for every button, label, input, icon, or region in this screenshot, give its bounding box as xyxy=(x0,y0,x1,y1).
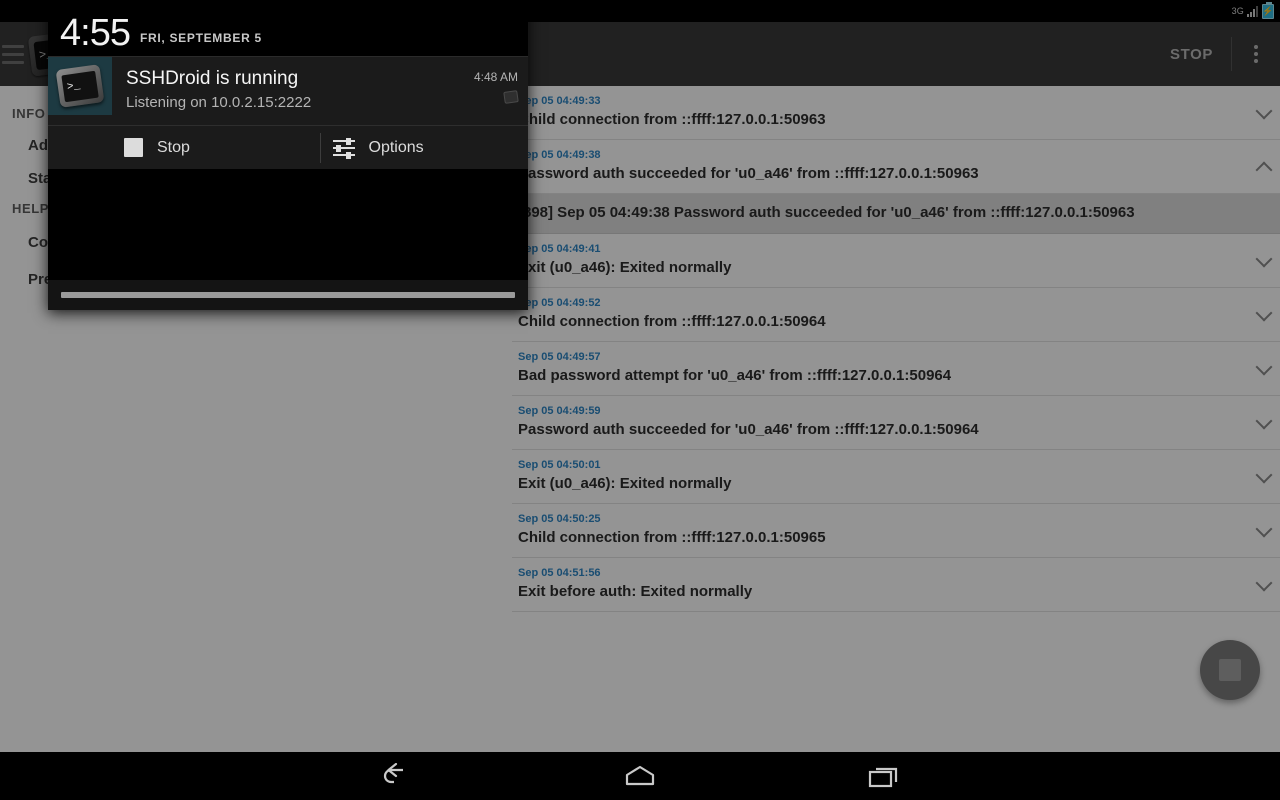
shade-drag-handle[interactable] xyxy=(61,292,515,298)
navigation-bar xyxy=(0,752,1280,800)
notification-action-stop[interactable]: Stop xyxy=(48,126,320,170)
notification-main[interactable]: >_ SSHDroid is running Listening on 10.0… xyxy=(48,57,528,125)
clock-time: 4:55 xyxy=(60,12,131,54)
android-screen: 3G ⚡ >_ STOP INFO Addr Stat HELP Connect… xyxy=(0,0,1280,800)
terminal-small-icon xyxy=(503,90,519,104)
notification-subtitle: Listening on 10.0.2.15:2222 xyxy=(126,94,312,111)
notification-text: SSHDroid is running Listening on 10.0.2.… xyxy=(112,67,446,113)
notification-time: 4:48 AM xyxy=(473,70,518,84)
home-icon[interactable] xyxy=(608,752,672,800)
back-icon[interactable] xyxy=(364,752,428,800)
notification-icon-cell: >_ xyxy=(48,57,112,115)
recents-icon[interactable] xyxy=(852,752,916,800)
sliders-icon xyxy=(332,137,355,159)
shade-clock: 4:55 FRI, SEPTEMBER 5 xyxy=(48,0,528,56)
notification-shade[interactable]: 4:55 FRI, SEPTEMBER 5 >_ SSHDroid is run… xyxy=(48,0,528,310)
notification-title: SSHDroid is running xyxy=(126,68,299,89)
notification-action-options-label: Options xyxy=(368,138,424,156)
clock-date: FRI, SEPTEMBER 5 xyxy=(139,31,262,45)
notification-action-stop-label: Stop xyxy=(157,138,190,156)
notification-card[interactable]: >_ SSHDroid is running Listening on 10.0… xyxy=(48,56,528,169)
shade-drag-handle-area[interactable] xyxy=(48,280,528,310)
notification-meta: 4:48 AM xyxy=(446,67,519,104)
terminal-icon: >_ xyxy=(55,64,105,108)
terminal-prompt-glyph: >_ xyxy=(61,70,99,102)
stop-square-icon xyxy=(124,138,143,157)
notification-action-options[interactable]: Options xyxy=(321,126,529,170)
notification-actions: Stop Options xyxy=(48,125,528,169)
